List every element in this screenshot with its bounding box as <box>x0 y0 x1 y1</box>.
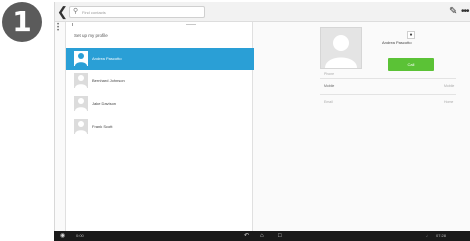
section-label: Phone <box>324 72 335 76</box>
avatar <box>74 51 88 66</box>
contact-row[interactable]: Frank Scott <box>66 116 254 138</box>
edit-pencil-icon[interactable]: ✎ <box>449 6 459 18</box>
contact-row[interactable]: Bernhard Johnson <box>66 70 254 92</box>
contact-row[interactable]: Andrea Pascotto <box>66 48 254 70</box>
status-text: 0:00 <box>76 233 84 238</box>
search-input[interactable]: ⚲ Find contacts <box>69 6 205 18</box>
screen: 1 ❮ ⚲ Find contacts ✎ ••• • • • Set up my … <box>0 0 470 241</box>
list-divider <box>186 24 196 25</box>
list-header <box>66 22 254 28</box>
search-placeholder: Find contacts <box>82 10 106 15</box>
contact-name: Frank Scott <box>92 124 113 129</box>
avatar <box>74 73 88 88</box>
avatar <box>74 96 88 111</box>
back-arrow-icon[interactable]: ❮ <box>57 5 68 19</box>
camera-icon[interactable]: ● <box>407 31 415 39</box>
contact-name: Andrea Pascotto <box>92 56 122 61</box>
back-nav-icon[interactable]: ↶ <box>244 232 249 240</box>
top-bar: ❮ ⚲ Find contacts ✎ ••• <box>55 2 470 22</box>
contact-name: Jake Davison <box>92 101 117 106</box>
detail-row-label: Mobile <box>324 84 335 88</box>
divider <box>320 78 456 79</box>
divider <box>320 94 456 95</box>
side-menu-icon[interactable]: • • • <box>57 22 61 34</box>
contact-name: Bernhard Johnson <box>92 78 125 83</box>
search-icon: ⚲ <box>73 8 79 15</box>
system-nav-bar: ◉ 0:00 ↶ ⌂ □ ♩ 07:28 <box>54 231 470 241</box>
list-divider <box>72 23 73 26</box>
setup-profile-link[interactable]: Set up my profile <box>74 32 108 40</box>
step-badge: 1 <box>2 2 42 42</box>
recents-nav-icon[interactable]: □ <box>278 232 282 240</box>
detail-row-label: Email <box>324 100 333 104</box>
avatar <box>74 119 88 134</box>
detail-row-value: Mobile <box>444 84 455 88</box>
more-options-icon[interactable]: ••• <box>461 6 470 18</box>
contact-detail: ● Andrea Pascotto Call Phone Mobile Mobi… <box>254 22 470 232</box>
volume-icon: ♩ <box>426 233 430 238</box>
contact-title: Andrea Pascotto <box>382 40 412 45</box>
contact-list: Set up my profile Andrea Pascotto Bernha… <box>65 22 254 232</box>
android-logo-icon: ◉ <box>60 233 66 239</box>
home-nav-icon[interactable]: ⌂ <box>260 232 264 240</box>
detail-row-value: Home <box>444 100 454 104</box>
device-screen: ❮ ⚲ Find contacts ✎ ••• • • • Set up my pr… <box>54 2 470 241</box>
clock-time: 07:28 <box>436 233 447 238</box>
call-button[interactable]: Call <box>388 58 434 71</box>
contact-row[interactable]: Jake Davison <box>66 93 254 115</box>
contact-photo[interactable]: ● <box>320 27 415 69</box>
